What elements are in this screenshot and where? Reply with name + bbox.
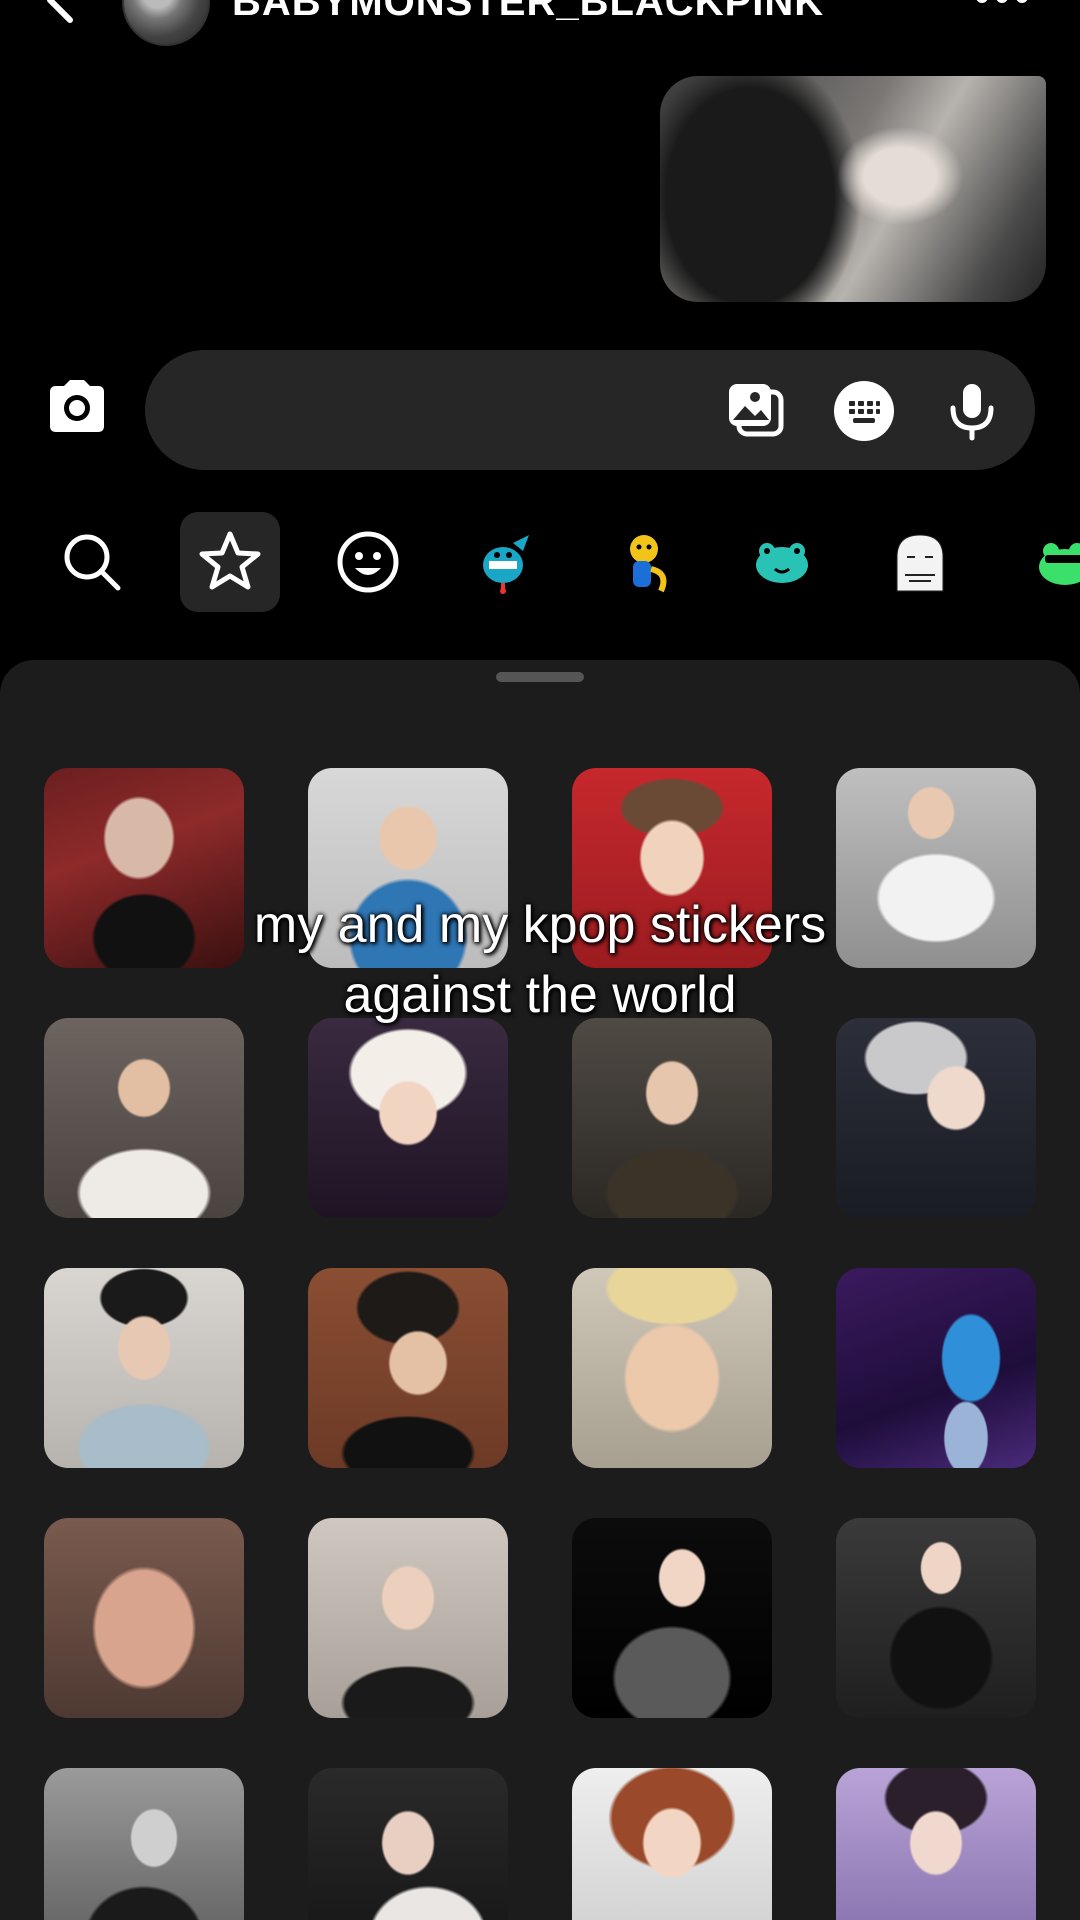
yellow-character-sticker-icon — [630, 535, 667, 593]
chat-username[interactable]: BABYMONSTER_BLACKPINK — [232, 0, 824, 25]
tab-search[interactable] — [42, 512, 142, 612]
back-icon[interactable] — [40, 0, 80, 24]
white-ghost-sticker-icon — [896, 534, 944, 592]
chat-header: BABYMONSTER_BLACKPINK — [0, 0, 1080, 48]
emoji-icon — [337, 531, 399, 593]
sheet-drag-handle[interactable] — [496, 672, 584, 682]
video-caption: my and my kpop stickers against the worl… — [0, 890, 1080, 1030]
sticker-blond-boy-pointing[interactable] — [308, 1018, 508, 1218]
sticker-girl-school-uniform[interactable] — [572, 1518, 772, 1718]
tab-sticker-pack-4[interactable] — [870, 512, 970, 612]
message-input[interactable] — [181, 380, 701, 440]
tab-sticker-pack-3[interactable] — [732, 512, 832, 612]
sticker-face-closeup-blurry[interactable] — [44, 1518, 244, 1718]
sticker-boy-hand-on-neck[interactable] — [44, 1268, 244, 1468]
sticker-girl-hand-on-head[interactable] — [308, 1768, 508, 1920]
sticker-blond-boy-closeup[interactable] — [572, 1268, 772, 1468]
camera-icon[interactable] — [44, 378, 110, 434]
sticker-smiling-boy-crowd[interactable] — [572, 1018, 772, 1218]
sticker-boy-eating[interactable] — [44, 1018, 244, 1218]
tab-sticker-pack-1[interactable] — [456, 512, 556, 612]
tab-sticker-pack-5[interactable] — [1008, 512, 1080, 612]
sticker-girl-hands-on-head[interactable] — [308, 1518, 508, 1718]
blue-monster-sticker-icon — [483, 535, 529, 594]
tab-emoji[interactable] — [318, 512, 418, 612]
message-composer — [145, 350, 1035, 470]
microphone-icon[interactable] — [941, 380, 1003, 442]
sticker-blue-hoodie-dancer[interactable] — [836, 1268, 1036, 1468]
sticker-red-hair-surprised[interactable] — [572, 1768, 772, 1920]
tab-favorites[interactable] — [180, 512, 280, 612]
tab-sticker-pack-2[interactable] — [594, 512, 694, 612]
green-frog-sticker-icon — [1039, 543, 1080, 585]
sent-image-message[interactable] — [660, 76, 1046, 302]
sticker-boy-looking-side[interactable] — [308, 1268, 508, 1468]
keyboard-icon[interactable] — [833, 380, 895, 442]
avatar[interactable] — [122, 0, 210, 46]
dm-chat-screen: BABYMONSTER_BLACKPINK my and my kpop sti… — [0, 0, 1080, 1920]
star-icon — [199, 531, 261, 590]
teal-frog-sticker-icon — [756, 543, 808, 583]
sticker-tray-tabs — [0, 512, 1080, 616]
gallery-icon[interactable] — [725, 380, 787, 442]
caption-line-1: my and my kpop stickers — [253, 896, 827, 954]
search-icon — [64, 534, 121, 591]
sticker-girl-black-tee-sofa[interactable] — [836, 1518, 1036, 1718]
caption-line-2: against the world — [343, 966, 737, 1024]
sticker-bw-girl-pose[interactable] — [44, 1768, 244, 1920]
sticker-sheet — [0, 660, 1080, 1920]
sticker-girl-waving-lilac[interactable] — [836, 1768, 1036, 1920]
more-options-icon[interactable] — [972, 0, 1032, 12]
sticker-silver-hair-waving[interactable] — [836, 1018, 1036, 1218]
